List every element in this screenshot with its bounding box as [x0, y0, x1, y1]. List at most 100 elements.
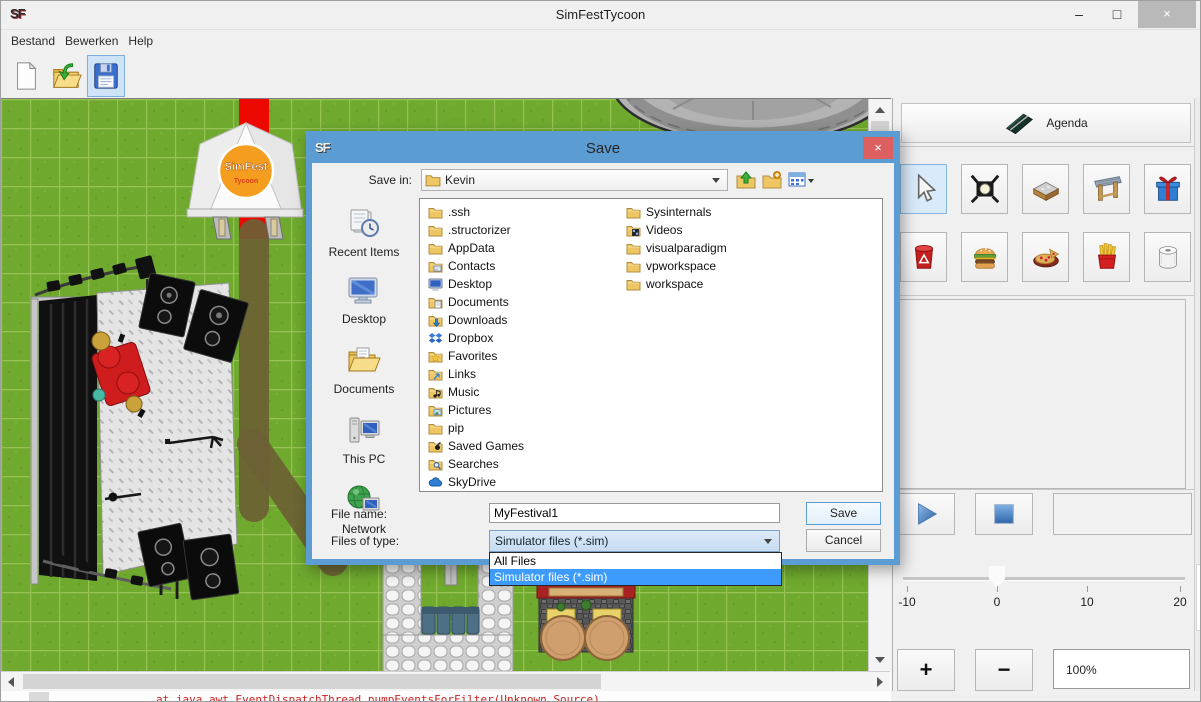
file-item-label: Dropbox: [448, 331, 493, 345]
dialog-close-button[interactable]: ×: [863, 137, 893, 159]
tool-cursor[interactable]: [900, 164, 947, 214]
view-menu-button[interactable]: [788, 171, 816, 189]
canvas-horizontal-scrollbar[interactable]: [1, 671, 890, 692]
open-file-button[interactable]: [47, 55, 85, 97]
file-list-item[interactable]: AppData: [428, 239, 524, 257]
file-list-item[interactable]: .ssh: [428, 203, 524, 221]
file-list-item[interactable]: Searches: [428, 455, 524, 473]
play-icon: [913, 501, 939, 527]
cloud-icon: [428, 476, 448, 489]
place-this-pc[interactable]: This PC: [317, 413, 411, 466]
file-type-dropdown: All FilesSimulator files (*.sim): [489, 552, 782, 586]
tool-burger[interactable]: [961, 232, 1008, 282]
main-toolbar: [1, 51, 1200, 98]
tool-fries[interactable]: [1083, 232, 1130, 282]
tool-gift[interactable]: [1144, 164, 1191, 214]
place-label: Documents: [317, 382, 411, 396]
console-stacktrace-line: at java.awt.EventDispatchThread.pumpEven…: [156, 693, 600, 702]
speed-slider-track[interactable]: [903, 577, 1185, 581]
food-stand[interactable]: [537, 585, 635, 660]
file-name-input[interactable]: [489, 503, 780, 523]
new-folder-button[interactable]: [762, 171, 784, 189]
file-list-item[interactable]: Downloads: [428, 311, 524, 329]
place-label: This PC: [317, 452, 411, 466]
dialog-body: Save in: Kevin: [312, 163, 894, 559]
scroll-left-icon[interactable]: [8, 677, 14, 687]
file-list-item[interactable]: workspace: [626, 275, 727, 293]
scroll-down-icon[interactable]: [875, 657, 885, 663]
file-list-item[interactable]: Sysinternals: [626, 203, 727, 221]
tool-spotlight[interactable]: [961, 164, 1008, 214]
tool-toilet-roll[interactable]: [1144, 232, 1191, 282]
save-in-combobox[interactable]: Kevin: [421, 169, 728, 191]
agenda-button[interactable]: Agenda: [901, 103, 1191, 143]
file-list-item[interactable]: visualparadigm: [626, 239, 727, 257]
file-list-item[interactable]: Dropbox: [428, 329, 524, 347]
zoom-in-button[interactable]: +: [897, 649, 955, 691]
tool-trash-bin[interactable]: [900, 232, 947, 282]
menu-item-bestand[interactable]: Bestand: [11, 34, 55, 48]
file-list-item[interactable]: Links: [428, 365, 524, 383]
dialog-save-button[interactable]: Save: [806, 502, 881, 525]
dropbox-icon: [428, 332, 448, 345]
file-list-item[interactable]: Music: [428, 383, 524, 401]
file-list-item[interactable]: Desktop: [428, 275, 524, 293]
place-desktop[interactable]: Desktop: [317, 273, 411, 326]
dialog-titlebar[interactable]: SF Save ×: [311, 136, 895, 163]
file-list-item[interactable]: Contacts: [428, 257, 524, 275]
dropdown-option[interactable]: Simulator files (*.sim): [490, 569, 781, 585]
tool-wooden-gate[interactable]: [1083, 164, 1130, 214]
folder-video-icon: [626, 224, 646, 237]
stop-button[interactable]: [975, 493, 1033, 535]
menu-item-help[interactable]: Help: [128, 34, 153, 48]
file-item-label: Downloads: [448, 313, 507, 327]
file-list-item[interactable]: Saved Games: [428, 437, 524, 455]
new-file-button[interactable]: [7, 55, 45, 97]
monitor-icon: [428, 278, 448, 291]
tool-floor-tile[interactable]: [1022, 164, 1069, 214]
files-of-type-combobox[interactable]: Simulator files (*.sim): [489, 530, 780, 552]
main-stage[interactable]: [31, 255, 249, 600]
file-list-item[interactable]: Pictures: [428, 401, 524, 419]
save-file-button[interactable]: [87, 55, 125, 97]
file-list[interactable]: .ssh.structorizerAppDataContacts Desktop D…: [419, 198, 883, 492]
up-one-level-button[interactable]: [736, 171, 758, 189]
tool-pizza[interactable]: [1022, 232, 1069, 282]
place-recent-items[interactable]: Recent Items: [317, 206, 411, 259]
scroll-up-icon[interactable]: [875, 107, 885, 113]
folder-icon: [626, 242, 646, 255]
file-list-item[interactable]: Documents: [428, 293, 524, 311]
folder-star-icon: [428, 350, 448, 363]
zoom-out-button[interactable]: −: [975, 649, 1033, 691]
file-list-item[interactable]: pip: [428, 419, 524, 437]
menu-item-bewerken[interactable]: Bewerken: [65, 34, 118, 48]
file-list-item[interactable]: SkyDrive: [428, 473, 524, 491]
scroll-right-icon[interactable]: [877, 677, 883, 687]
panel-scrollbar[interactable]: [1194, 98, 1201, 691]
zoom-level-field[interactable]: 100%: [1053, 649, 1190, 689]
file-list-item[interactable]: Videos: [626, 221, 727, 239]
right-panel: Agenda -1001020 +: [892, 98, 1201, 691]
dialog-title: Save: [311, 140, 895, 157]
close-button[interactable]: ×: [1138, 1, 1196, 28]
minimize-button[interactable]: –: [1064, 1, 1094, 28]
plus-icon: +: [920, 657, 933, 683]
horizontal-scroll-thumb[interactable]: [23, 674, 601, 689]
dialog-cancel-button[interactable]: Cancel: [806, 529, 881, 552]
maximize-button[interactable]: □: [1102, 1, 1132, 28]
file-item-label: Desktop: [448, 277, 492, 291]
panel-scroll-thumb[interactable]: [1196, 564, 1201, 631]
place-documents[interactable]: Documents: [317, 343, 411, 396]
slider-tick: [1087, 586, 1088, 592]
file-list-item[interactable]: Favorites: [428, 347, 524, 365]
play-button[interactable]: [897, 493, 955, 535]
dropdown-option[interactable]: All Files: [490, 553, 781, 569]
file-list-item[interactable]: vpworkspace: [626, 257, 727, 275]
view-menu-icon: [788, 171, 816, 189]
speed-slider-thumb[interactable]: [989, 566, 1005, 588]
documents-icon: [346, 366, 382, 380]
pizza-icon: [1029, 238, 1063, 277]
file-list-item[interactable]: .structorizer: [428, 221, 524, 239]
console-scrollbar[interactable]: [29, 692, 49, 702]
tent-logo-subtext: Tycoon: [234, 178, 258, 185]
